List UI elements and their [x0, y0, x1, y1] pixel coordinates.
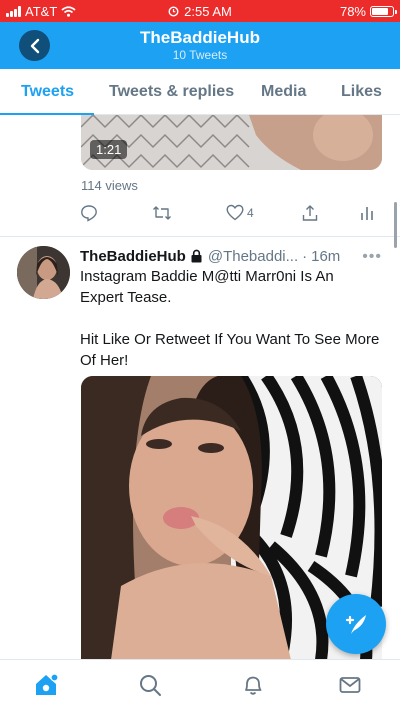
- tab-likes[interactable]: Likes: [341, 83, 382, 101]
- tab-media[interactable]: Media: [261, 83, 306, 101]
- header-title: TheBaddieHub: [140, 28, 260, 47]
- like-button[interactable]: 4: [226, 204, 254, 221]
- analytics-button[interactable]: [360, 204, 374, 222]
- tweet-time: 16m: [311, 247, 341, 265]
- tweet-video-thumbnail[interactable]: 1:21: [81, 115, 382, 170]
- active-tab-indicator: [0, 113, 94, 115]
- status-time: 2:55 AM: [184, 3, 232, 19]
- battery-fill: [372, 7, 388, 15]
- tweet-count: 10 Tweets: [172, 48, 228, 62]
- heart-icon: [226, 204, 244, 221]
- bottom-nav: [0, 659, 400, 711]
- tab-tweets[interactable]: Tweets: [21, 83, 74, 101]
- tweet-header: TheBaddieHub @Thebaddi... · 16m: [80, 246, 385, 266]
- video-duration: 1:21: [90, 140, 128, 159]
- retweet-icon: [153, 206, 171, 220]
- reply-button[interactable]: [80, 204, 98, 222]
- messages-icon: [339, 677, 361, 693]
- like-count: 4: [247, 205, 254, 220]
- avatar-image: [17, 246, 70, 299]
- nav-home[interactable]: [33, 672, 59, 698]
- tweet-separator: ·: [302, 247, 308, 265]
- battery-icon: [370, 5, 397, 17]
- notifications-icon: [245, 676, 262, 695]
- retweet-button[interactable]: [152, 204, 172, 222]
- lock-icon: [191, 249, 202, 263]
- profile-tabs: Tweets Tweets & replies Media Likes: [0, 69, 400, 115]
- nav-notifications[interactable]: [240, 672, 266, 698]
- battery-percent: 78%: [339, 3, 366, 19]
- tweet-author-handle[interactable]: @Thebaddi...: [208, 248, 298, 265]
- tweet-divider: [0, 236, 400, 237]
- tweet-text: Instagram Baddie M@tti Marr0ni Is An Exp…: [80, 266, 380, 392]
- status-bar: AT&T 2:55 AM 78%: [0, 0, 400, 22]
- nav-messages[interactable]: [337, 672, 363, 698]
- scrollbar[interactable]: [394, 202, 397, 248]
- tweet-text-line: Hit Like Or Retweet If You Want To See M…: [80, 331, 380, 369]
- tweet-author-name[interactable]: TheBaddieHub: [80, 248, 186, 265]
- compose-button[interactable]: [326, 594, 386, 654]
- compose-icon: [345, 615, 366, 634]
- tab-tweets-and-replies[interactable]: Tweets & replies: [109, 83, 234, 101]
- share-button[interactable]: [301, 204, 319, 222]
- profile-header: TheBaddieHub 10 Tweets: [0, 22, 400, 69]
- share-icon: [302, 205, 318, 221]
- tweet-text-line: Instagram Baddie M@tti Marr0ni Is An Exp…: [80, 268, 334, 306]
- analytics-icon: [361, 207, 373, 220]
- reply-icon: [81, 205, 97, 222]
- video-views: 114 views: [81, 178, 138, 193]
- avatar[interactable]: [17, 246, 70, 299]
- home-icon: [36, 673, 59, 695]
- search-icon: [140, 675, 161, 696]
- alarm-icon: [168, 5, 179, 17]
- tweet-actions: 4: [80, 204, 380, 224]
- more-icon[interactable]: •••: [362, 248, 382, 266]
- nav-search[interactable]: [137, 672, 163, 698]
- status-bar-right: 78%: [339, 3, 397, 19]
